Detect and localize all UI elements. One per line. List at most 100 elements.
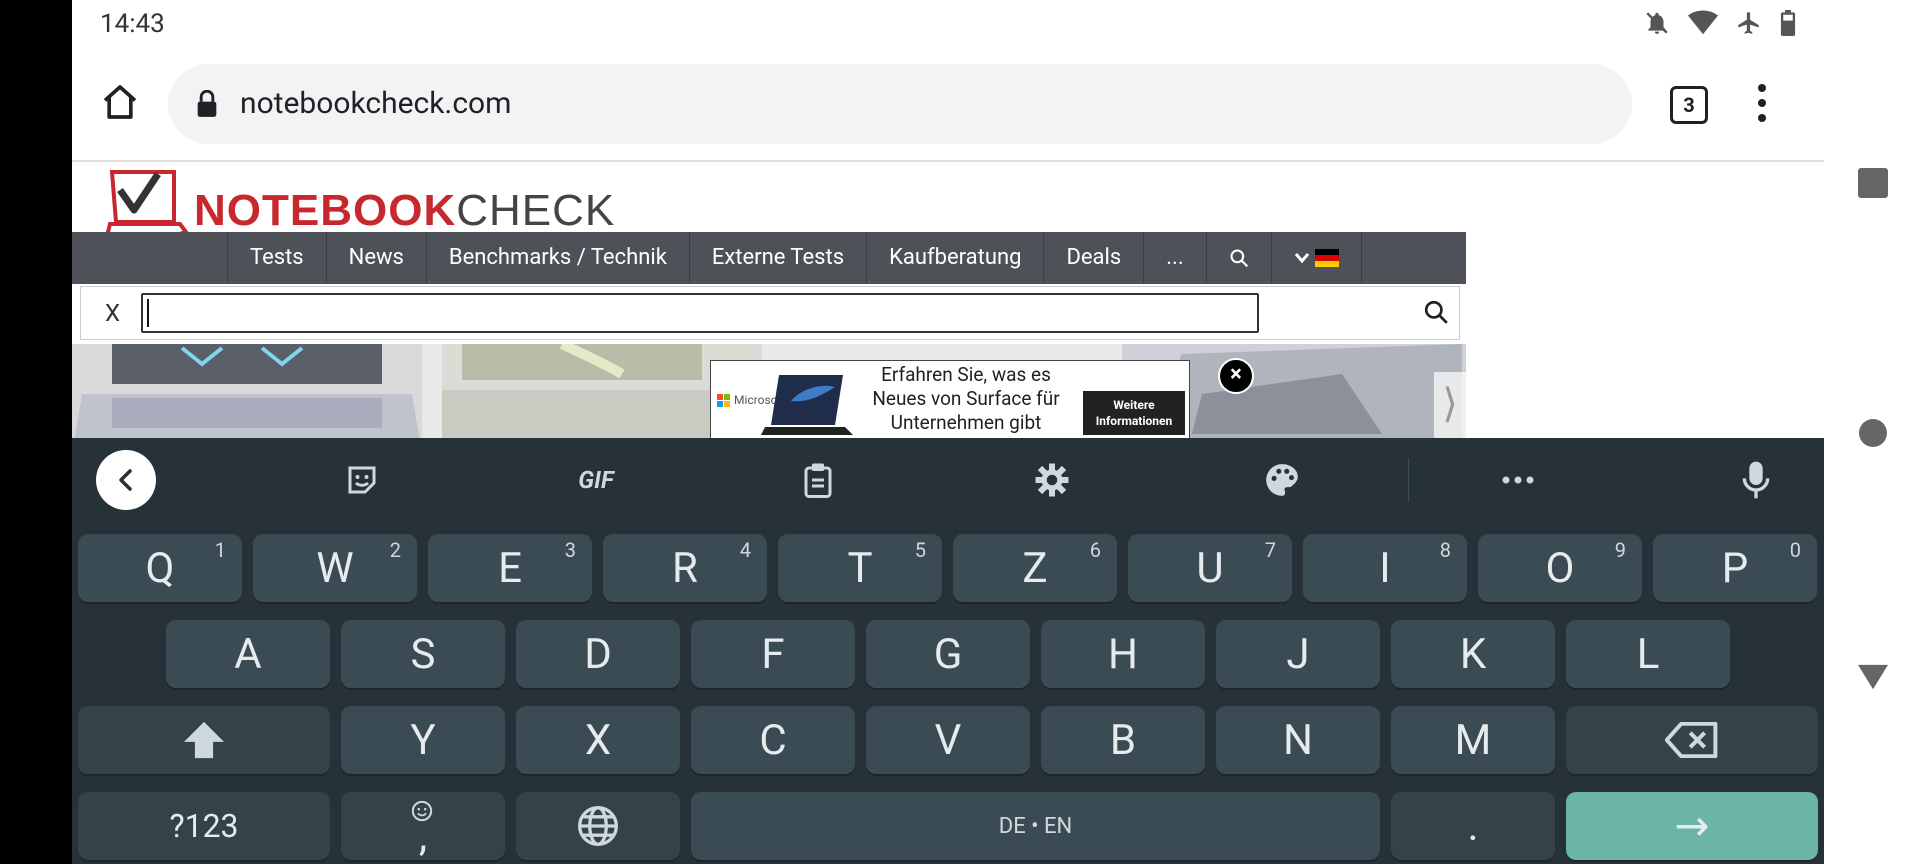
slider-next-arrow[interactable]: ⟩ <box>1434 372 1466 440</box>
key-hint: 7 <box>1264 538 1276 562</box>
key-g[interactable]: G <box>866 620 1030 688</box>
language-selector[interactable] <box>1270 232 1363 284</box>
key-i[interactable]: I8 <box>1303 534 1467 602</box>
web-content: NOTEBOOKCHECK Tests News Benchmarks / Te… <box>72 162 1824 442</box>
text-caret <box>147 299 149 327</box>
shift-key[interactable] <box>78 706 330 774</box>
key-h[interactable]: H <box>1041 620 1205 688</box>
key-y[interactable]: Y <box>341 706 505 774</box>
nav-item-more[interactable]: ... <box>1143 232 1205 284</box>
nav-item-deals[interactable]: Deals <box>1043 232 1143 284</box>
site-nav-items: Tests News Benchmarks / Technik Externe … <box>227 232 1363 284</box>
lock-icon <box>197 90 217 117</box>
chevron-left-icon <box>119 469 132 491</box>
key-u[interactable]: U7 <box>1128 534 1292 602</box>
search-icon <box>1230 249 1248 268</box>
key-hint: 2 <box>389 538 401 562</box>
key-t[interactable]: T5 <box>778 534 942 602</box>
key-n[interactable]: N <box>1216 706 1380 774</box>
symbols-key[interactable]: ?123 <box>78 792 330 860</box>
address-bar[interactable]: notebookcheck.com <box>168 64 1632 144</box>
key-l[interactable]: L <box>1566 620 1730 688</box>
key-hint: 4 <box>739 538 751 562</box>
key-hint: 6 <box>1089 538 1101 562</box>
key-label: E <box>498 543 522 593</box>
key-q[interactable]: Q1 <box>78 534 242 602</box>
home-circle-icon <box>1859 419 1887 447</box>
space-bar[interactable]: DE • EN <box>691 792 1380 860</box>
surface-device-image <box>761 375 853 435</box>
sticker-icon[interactable] <box>338 456 386 504</box>
soft-keyboard: GIF Q1 W2 E3 R4 T5 Z6 U 7 I 8 O 9 P 0 A … <box>72 438 1824 864</box>
nav-item-externe-tests[interactable]: Externe Tests <box>688 232 866 284</box>
site-search-input[interactable] <box>141 293 1259 333</box>
advertisement-banner[interactable]: Microsoft Erfahren Sie, was es Neues von… <box>710 360 1190 442</box>
nav-item-tests[interactable]: Tests <box>227 232 326 284</box>
notifications-off-icon <box>1646 12 1668 34</box>
key-z[interactable]: Z6 <box>953 534 1117 602</box>
key-label: O <box>1545 543 1575 593</box>
status-time: 14:43 <box>100 9 165 39</box>
key-hint: 1 <box>214 538 226 562</box>
key-m[interactable]: M <box>1391 706 1555 774</box>
comma-label: , <box>418 811 428 861</box>
shift-arrow-icon <box>184 721 224 759</box>
keyboard-back-button[interactable] <box>96 450 156 510</box>
site-navigation: Tests News Benchmarks / Technik Externe … <box>72 232 1466 284</box>
key-hint: 9 <box>1614 538 1626 562</box>
ad-cta-button[interactable]: Weitere Informationen <box>1083 391 1185 435</box>
nav-item-kaufberatung[interactable]: Kaufberatung <box>866 232 1043 284</box>
key-label: Q <box>145 543 175 593</box>
key-s[interactable]: S <box>341 620 505 688</box>
key-f[interactable]: F <box>691 620 855 688</box>
key-o[interactable]: O9 <box>1478 534 1642 602</box>
settings-gear-icon[interactable] <box>1028 456 1076 504</box>
key-r[interactable]: R4 <box>603 534 767 602</box>
url-text[interactable]: notebookcheck.com <box>240 86 511 121</box>
key-p[interactable]: P0 <box>1653 534 1817 602</box>
emoji-comma-key[interactable]: , <box>341 792 505 861</box>
german-flag-icon <box>1315 249 1340 268</box>
key-w[interactable]: W2 <box>253 534 417 602</box>
key-v[interactable]: V <box>866 706 1030 774</box>
key-c[interactable]: C <box>691 706 855 774</box>
key-b[interactable]: B <box>1041 706 1205 774</box>
key-hint: 5 <box>914 538 926 562</box>
tab-switcher-button[interactable]: 3 <box>1670 86 1708 124</box>
back-button[interactable] <box>1858 662 1888 692</box>
backspace-key[interactable] <box>1566 706 1818 774</box>
overflow-menu-icon[interactable] <box>1758 84 1768 129</box>
period-key[interactable]: . <box>1391 792 1555 860</box>
ad-headline: Erfahren Sie, was es Neues von Surface f… <box>872 363 1060 434</box>
key-a[interactable]: A <box>166 620 330 688</box>
recents-button[interactable] <box>1858 168 1888 198</box>
chevron-down-icon <box>1294 253 1309 264</box>
key-hint: 8 <box>1439 538 1451 562</box>
home-nav-button[interactable] <box>1858 418 1888 448</box>
nav-item-news[interactable]: News <box>325 232 426 284</box>
backspace-icon <box>1665 722 1718 758</box>
enter-key[interactable]: → <box>1566 792 1818 860</box>
browser-toolbar: notebookcheck.com 3 <box>72 62 1824 146</box>
key-label: U <box>1196 543 1224 593</box>
key-j[interactable]: J <box>1216 620 1380 688</box>
key-x[interactable]: X <box>516 706 680 774</box>
language-switch-key[interactable] <box>516 792 680 860</box>
laptop-teaser-image-1[interactable] <box>72 344 422 442</box>
nav-item-benchmarks[interactable]: Benchmarks / Technik <box>425 232 689 284</box>
wifi-icon <box>1688 10 1718 35</box>
key-label: P <box>1721 543 1749 593</box>
clipboard-icon[interactable] <box>794 456 842 504</box>
key-k[interactable]: K <box>1391 620 1555 688</box>
home-icon[interactable] <box>100 82 140 122</box>
ad-close-icon[interactable]: × <box>1218 358 1254 394</box>
nav-search-button[interactable] <box>1205 232 1271 284</box>
search-submit-icon[interactable] <box>1423 299 1449 325</box>
search-close-button[interactable]: X <box>105 299 120 327</box>
key-d[interactable]: D <box>516 620 680 688</box>
more-options-icon[interactable] <box>1494 456 1542 504</box>
key-e[interactable]: E3 <box>428 534 592 602</box>
theme-palette-icon[interactable] <box>1258 456 1306 504</box>
gif-button[interactable]: GIF <box>566 456 626 504</box>
microphone-icon[interactable] <box>1732 456 1780 504</box>
